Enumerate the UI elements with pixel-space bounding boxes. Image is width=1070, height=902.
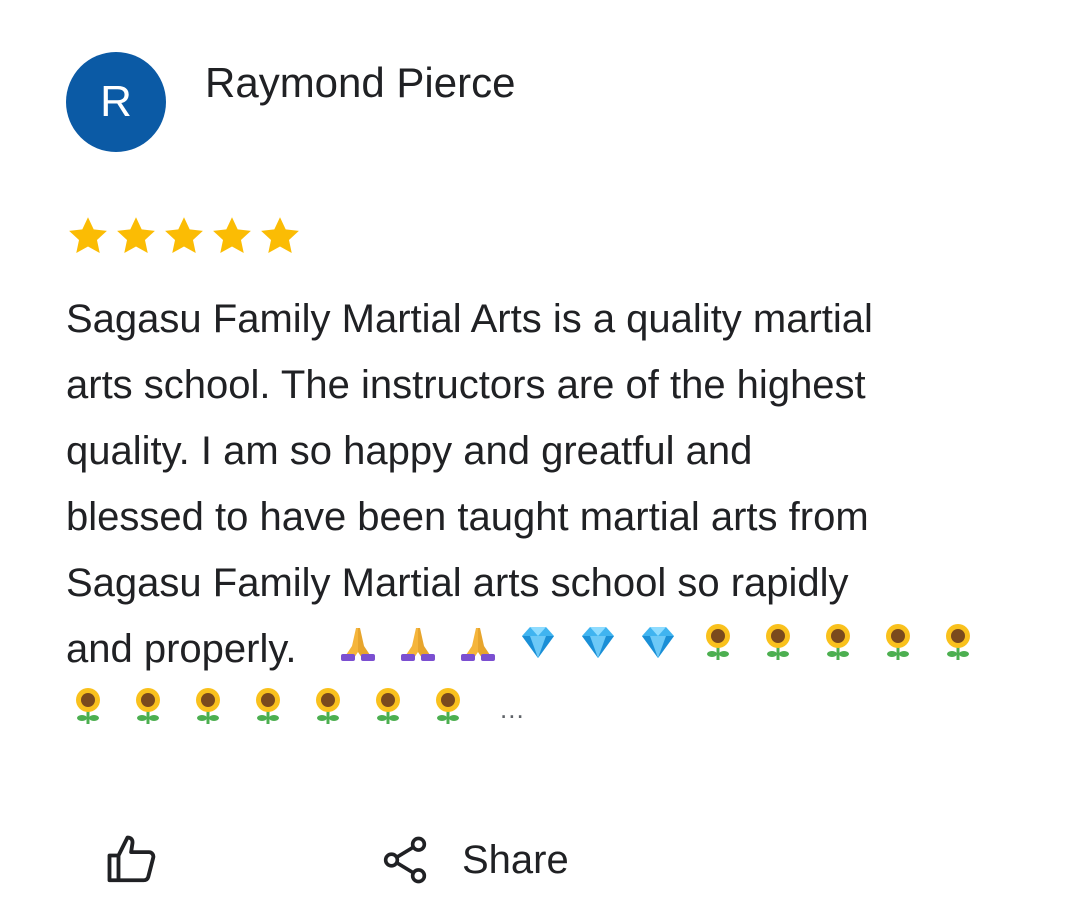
share-icon [383,836,427,884]
star-icon [117,217,155,254]
sunflower-icon [706,624,730,660]
gem-icon [642,627,674,658]
sunflower-icon [766,624,790,660]
folded-hands-icon [341,628,375,661]
more-text-ellipsis[interactable]: ... [500,694,525,725]
sunflower-icon [76,688,100,724]
star-icon [69,217,107,254]
review-line: Sagasu Family Martial arts school so rap… [66,561,849,605]
review-line: arts school. The instructors are of the … [66,363,866,407]
sunflower-icon [256,688,280,724]
star-icon [261,217,299,254]
review-line: Sagasu Family Martial Arts is a quality … [66,297,873,341]
folded-hands-icon [461,628,495,661]
sunflower-icon [136,688,160,724]
review-line: quality. I am so happy and greatful and [66,429,753,473]
sunflower-icon [316,688,340,724]
reviewer-name[interactable]: Raymond Pierce [205,58,515,108]
review-card: R Raymond Pierce Sagasu Family Martial A… [0,0,1070,902]
emoji-row [338,612,978,672]
star-rating [66,214,302,258]
sunflower-icon [196,688,220,724]
avatar-letter: R [100,77,132,126]
sunflower-icon [436,688,460,724]
sunflower-icon [946,624,970,660]
sunflower-icon [826,624,850,660]
thumbs-up-icon [107,835,156,883]
like-button[interactable] [100,828,164,892]
review-actions: Share [0,820,1070,900]
sunflower-icon [376,688,400,724]
gem-icon [582,627,614,658]
review-line: blessed to have been taught martial arts… [66,495,869,539]
folded-hands-icon [401,628,435,661]
star-icon [165,217,203,254]
share-label: Share [462,837,569,882]
avatar[interactable]: R [66,52,166,152]
share-button[interactable]: Share [378,828,569,892]
gem-icon [522,627,554,658]
sunflower-icon [886,624,910,660]
emoji-row: ... [68,676,525,736]
star-icon [213,217,251,254]
